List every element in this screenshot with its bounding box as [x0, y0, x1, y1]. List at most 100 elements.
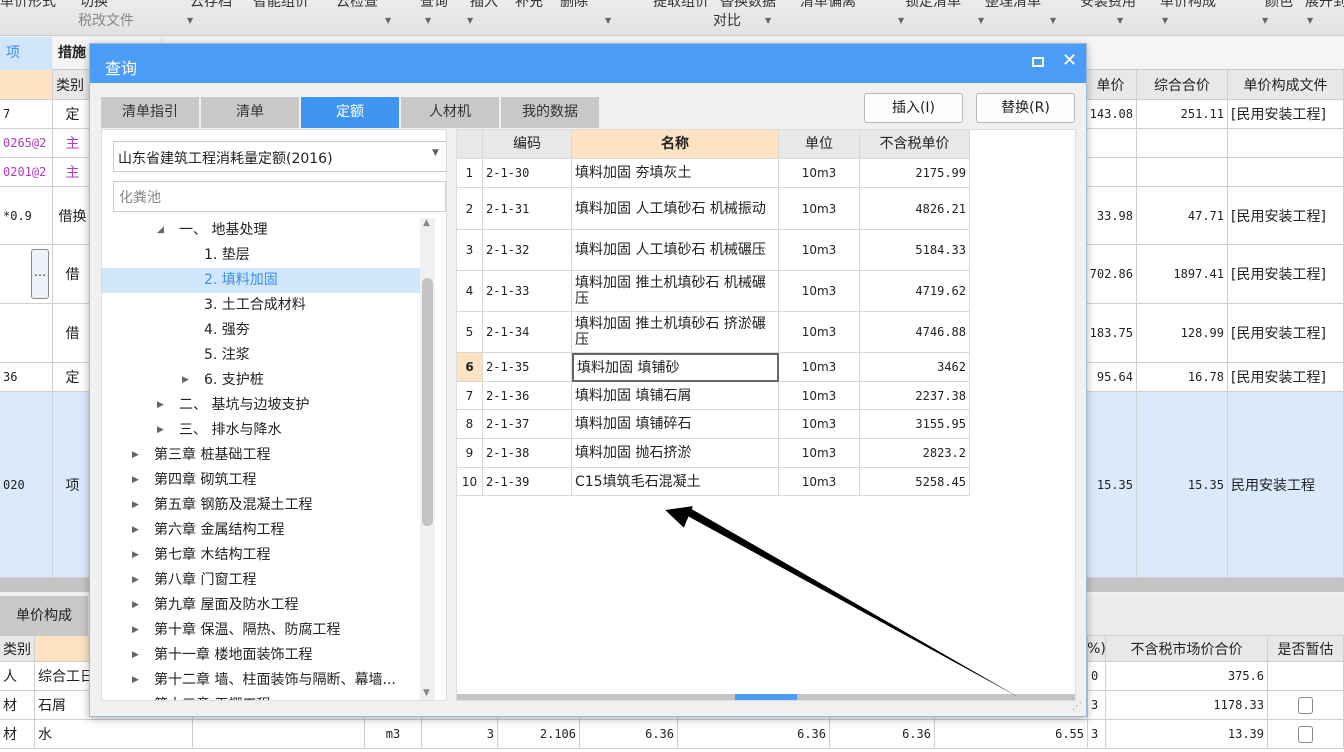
- row-code[interactable]: *0.9: [0, 187, 53, 245]
- tree-collapsed-icon[interactable]: ▶: [132, 568, 139, 593]
- scrollbar-grip[interactable]: [735, 694, 797, 700]
- tree-item[interactable]: 4. 强夯: [102, 318, 420, 343]
- tree-collapsed-icon[interactable]: ▶: [132, 693, 139, 700]
- quota-row-code[interactable]: 2-1-37: [483, 410, 572, 439]
- dropdown-caret-icon[interactable]: ▼: [765, 16, 771, 25]
- dropdown-caret-icon[interactable]: ▼: [187, 16, 193, 25]
- maximize-icon[interactable]: [1032, 57, 1044, 67]
- tree-collapsed-icon[interactable]: ▶: [132, 643, 139, 668]
- tree-item[interactable]: ▶ 6. 支护桩: [102, 368, 420, 393]
- tree-item[interactable]: ▶ 第七章 木结构工程: [102, 543, 420, 568]
- tree-item[interactable]: 1. 垫层: [102, 243, 420, 268]
- toolbar-button[interactable]: 单价构成: [1160, 0, 1216, 11]
- dropdown-caret-icon[interactable]: ▼: [1050, 16, 1056, 25]
- resize-grip-icon[interactable]: ⋰: [1072, 701, 1082, 712]
- quota-row-code[interactable]: 2-1-34: [483, 312, 572, 353]
- toolbar-button[interactable]: 锁定清单: [905, 0, 961, 11]
- row-code[interactable]: 020: [0, 392, 53, 578]
- row-code[interactable]: 0265@2: [0, 129, 53, 158]
- row-unit[interactable]: m3: [365, 720, 422, 749]
- toolbar-button[interactable]: 云检查: [336, 0, 378, 11]
- results-hscrollbar[interactable]: [457, 694, 1075, 700]
- quota-row-unit[interactable]: 10m3: [779, 410, 860, 439]
- tree-collapsed-icon[interactable]: ▶: [132, 443, 139, 468]
- row-name[interactable]: 水: [35, 720, 193, 749]
- quota-row-name[interactable]: 填料加固 填铺碎石: [572, 410, 779, 439]
- row-type[interactable]: 主: [53, 158, 93, 187]
- quota-row-name[interactable]: 填料加固 推土机填砂石 挤淤碾压: [572, 312, 779, 353]
- tree-scrollbar[interactable]: ▲ ▼: [420, 218, 435, 700]
- quota-row-name[interactable]: 填料加固 填铺石屑: [572, 382, 779, 410]
- tree-item[interactable]: 2. 填料加固: [102, 268, 420, 293]
- row-c1[interactable]: 3: [422, 720, 498, 749]
- quota-row-code[interactable]: 2-1-38: [483, 439, 572, 468]
- tree-collapsed-icon[interactable]: ▶: [132, 543, 139, 568]
- toolbar-button[interactable]: 插入: [470, 0, 498, 11]
- insert-button[interactable]: 插入(I): [864, 93, 963, 123]
- quota-row-code[interactable]: 2-1-32: [483, 230, 572, 271]
- row-code[interactable]: [0, 304, 53, 363]
- tree-item[interactable]: 5. 注浆: [102, 343, 420, 368]
- toolbar-button[interactable]: 提取组价: [653, 0, 709, 11]
- provisional-checkbox[interactable]: [1298, 725, 1313, 743]
- quota-row-price[interactable]: 5258.45: [860, 468, 970, 496]
- quota-row-n[interactable]: 4: [457, 271, 483, 312]
- toolbar-button[interactable]: 删除: [560, 0, 588, 11]
- quota-row-n[interactable]: 5: [457, 312, 483, 353]
- dialog-titlebar[interactable]: 查询 ✕: [90, 44, 1086, 83]
- quota-row-n[interactable]: 2: [457, 188, 483, 230]
- dropdown-caret-icon[interactable]: ▼: [1262, 16, 1268, 25]
- quota-row-unit[interactable]: 10m3: [779, 439, 860, 468]
- quota-row-n[interactable]: 1: [457, 159, 483, 188]
- quota-row-unit[interactable]: 10m3: [779, 159, 860, 188]
- quota-row-code[interactable]: 2-1-35: [483, 353, 572, 382]
- dropdown-caret-icon[interactable]: ▼: [467, 16, 473, 25]
- quota-row-unit[interactable]: 10m3: [779, 468, 860, 496]
- tree-collapsed-icon[interactable]: ▶: [157, 418, 164, 443]
- dropdown-caret-icon[interactable]: ▼: [385, 16, 391, 25]
- tree-collapsed-icon[interactable]: ▶: [132, 518, 139, 543]
- quota-row-n[interactable]: 6: [457, 353, 483, 382]
- row-type[interactable]: 借: [53, 304, 93, 363]
- tree-item[interactable]: ▶ 第九章 屋面及防水工程: [102, 593, 420, 618]
- tree-item[interactable]: ▶ 第三章 桩基础工程: [102, 443, 420, 468]
- quota-row-price[interactable]: 5184.33: [860, 230, 970, 271]
- scrollbar-thumb[interactable]: [422, 278, 433, 526]
- tree-collapsed-icon[interactable]: ▶: [132, 493, 139, 518]
- quota-row-price[interactable]: 2175.99: [860, 159, 970, 188]
- quota-row-n[interactable]: 3: [457, 230, 483, 271]
- row-c2[interactable]: 2.106: [498, 720, 580, 749]
- tree-item[interactable]: ▶ 第八章 门窗工程: [102, 568, 420, 593]
- tree-item[interactable]: ▶ 第十一章 楼地面装饰工程: [102, 643, 420, 668]
- tree-item[interactable]: ▶ 第十三章 天棚工程: [102, 693, 420, 700]
- row-type[interactable]: 项: [53, 392, 93, 578]
- quota-row-price[interactable]: 4826.21: [860, 188, 970, 230]
- quota-row-price[interactable]: 2237.38: [860, 382, 970, 410]
- toolbar-button[interactable]: 安装费用: [1080, 0, 1136, 11]
- tree-item[interactable]: ▶ 三、 排水与降水: [102, 418, 420, 443]
- toolbar-button[interactable]: 补充: [515, 0, 543, 11]
- quota-row-unit[interactable]: 10m3: [779, 230, 860, 271]
- tree-collapsed-icon[interactable]: ▶: [132, 593, 139, 618]
- toolbar-button[interactable]: 云存档: [190, 0, 232, 11]
- row-code[interactable]: 0201@2: [0, 158, 53, 187]
- dropdown-caret-icon[interactable]: ▼: [898, 16, 904, 25]
- row-type[interactable]: 定: [53, 100, 93, 129]
- tree-item[interactable]: ▶ 第四章 砌筑工程: [102, 468, 420, 493]
- toolbar-button[interactable]: 清单偏离: [800, 0, 856, 11]
- tree-item[interactable]: ▶ 第五章 钢筋及混凝土工程: [102, 493, 420, 518]
- toolbar-button[interactable]: 单价形式: [0, 0, 56, 11]
- tab-guide[interactable]: 清单指引: [101, 97, 199, 128]
- quota-row-n[interactable]: 7: [457, 382, 483, 410]
- quota-row-n[interactable]: 10: [457, 468, 483, 496]
- tree-item[interactable]: ◢ 一、 地基处理: [102, 218, 420, 243]
- tree-item[interactable]: ▶ 第十二章 墙、柱面装饰与隔断、幕墙...: [102, 668, 420, 693]
- toolbar-button[interactable]: 颜色: [1265, 0, 1293, 11]
- tree-collapsed-icon[interactable]: ▶: [132, 618, 139, 643]
- tab-mydata[interactable]: 我的数据: [501, 97, 599, 128]
- row-type[interactable]: 主: [53, 129, 93, 158]
- quota-row-code[interactable]: 2-1-30: [483, 159, 572, 188]
- toolbar-button[interactable]: 智能组价: [253, 0, 309, 11]
- quota-row-code[interactable]: 2-1-39: [483, 468, 572, 496]
- quota-row-unit[interactable]: 10m3: [779, 382, 860, 410]
